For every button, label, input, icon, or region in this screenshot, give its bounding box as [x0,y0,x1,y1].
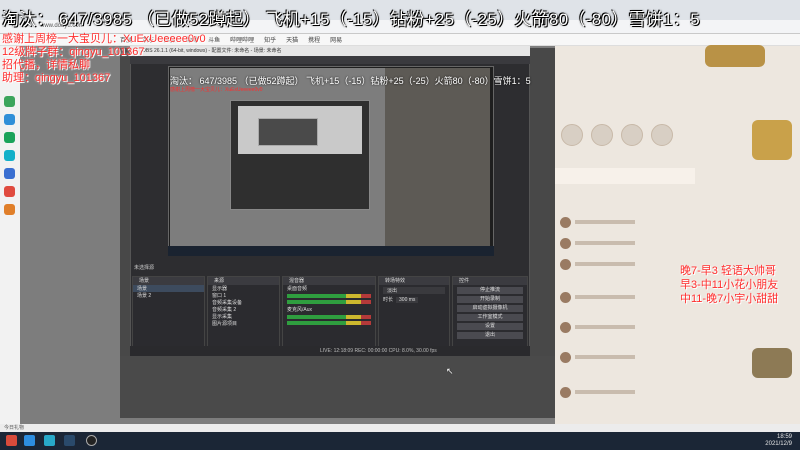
badge-icon [705,45,765,67]
source-item[interactable]: 图片源项目 [208,320,279,327]
mixer-track-label: 麦克风/Aux [287,307,313,313]
mixer-dock: 混音器 桌面音频 麦克风/Aux [282,276,376,350]
virtual-camera-button[interactable]: 启动虚拟摄像机 [457,305,523,312]
mixer-track-label: 桌面音频 [287,286,308,292]
app-icon[interactable] [4,150,15,161]
settings-button[interactable]: 设置 [457,323,523,330]
app-icon[interactable] [4,132,15,143]
gift-icon[interactable] [651,124,673,146]
app-icon[interactable] [4,96,15,107]
volume-meter[interactable] [287,300,371,304]
app-icon[interactable] [4,186,15,197]
schedule-line: 中11-晚7小宇小甜甜 [680,293,779,305]
avatar[interactable] [560,291,571,303]
source-item[interactable]: 音频采集设备 [208,299,279,306]
avatar[interactable] [560,321,571,333]
scene-item[interactable]: 场景 2 [133,292,204,299]
clock-date: 2021/12/9 [765,441,792,447]
gift-icon[interactable] [561,124,583,146]
bookmark-item[interactable]: 网易 [330,35,342,44]
transition-select[interactable]: 淡出 [383,287,445,294]
studio-mode-button[interactable]: 工作室模式 [457,314,523,321]
gift-icon[interactable] [591,124,613,146]
app-icon[interactable] [4,204,15,215]
taskbar [0,432,800,450]
duration-row: 时长 300 ms [379,296,449,303]
duration-label: 时长 [383,297,394,303]
controls-dock: 控件 停止推流 开始录制 启动虚拟摄像机 工作室模式 设置 退出 [452,276,528,350]
scenes-dock: 场景 场景 场景 2 [132,276,205,350]
avatar[interactable] [560,386,571,398]
mixer-header: 混音器 [283,277,375,285]
volume-meter[interactable] [287,321,371,325]
rank-row [560,385,680,399]
sources-dock: 来源 显示器 窗口 1 音频采集设备 音频采集 2 显示采集 图片源项目 [207,276,280,350]
gift-row [555,120,695,160]
avatar[interactable] [560,351,571,363]
bookmark-item[interactable]: 携程 [308,35,320,44]
preview-taskbar [168,246,494,256]
bookmark-item[interactable]: 知乎 [264,35,276,44]
rank-row [560,236,680,250]
volume-meter[interactable] [287,294,371,298]
rank-row [560,215,680,229]
badge-icon [752,120,792,160]
scenes-header: 场景 [133,277,204,285]
transitions-dock: 转场特效 淡出 时长 300 ms [378,276,450,350]
preview-nested-2 [258,118,318,146]
clock[interactable]: 18:59 2021/12/9 [765,434,792,448]
rank-tabs[interactable] [555,168,695,184]
video-lower-area [120,356,555,418]
source-item[interactable]: 音频采集 2 [208,306,279,313]
obs-status-bar: LIVE: 12:18:09 REC: 00:00:00 CPU: 8.0%, … [130,346,530,356]
obs-title: OBS 26.1.1 (64-bit, windows) - 配置文件: 未命名… [130,46,530,56]
bookmark-item[interactable]: 天猫 [286,35,298,44]
obs-icon[interactable] [86,435,97,446]
preview-chat [385,68,490,253]
transitions-header: 转场特效 [379,277,449,285]
steam-icon[interactable] [64,435,75,446]
gift-icon[interactable] [621,124,643,146]
volume-meter[interactable] [287,315,371,319]
badge-icon [752,348,792,378]
app-icon[interactable] [4,168,15,179]
bookmark-item[interactable]: 哔哩哔哩 [230,35,254,44]
rank-row [560,257,680,271]
sources-header: 来源 [208,277,279,285]
avatar[interactable] [560,237,571,249]
avatar[interactable] [560,216,571,228]
mini-thanks: 感谢上周榜一大宝贝儿：XuExUeeeee0v0 [170,87,263,93]
stop-stream-button[interactable]: 停止推流 [457,287,523,294]
obs-menu-bar[interactable] [130,56,530,64]
edge-icon[interactable] [44,435,55,446]
source-item[interactable]: 窗口 1 [208,292,279,299]
windows-icon[interactable] [24,435,35,446]
overlay-banner: 淘汰： 647/3985 （已做52蹲起） 飞机+15（-15）钻粉+25（-2… [2,10,700,29]
page-status-line: 今日礼物 [0,424,800,432]
page-status-text[interactable]: 今日礼物 [4,425,24,431]
rank-row [560,350,680,364]
start-icon[interactable] [6,435,17,446]
duration-input[interactable]: 300 ms [396,296,419,303]
scene-item[interactable]: 场景 [133,285,204,292]
source-label: 未选择源 [134,265,155,271]
start-recording-button[interactable]: 开始录制 [457,296,523,303]
rank-row [560,320,680,334]
source-item[interactable]: 显示采集 [208,313,279,320]
mouse-cursor-icon: ↖ [446,366,454,376]
exit-button[interactable]: 退出 [457,332,523,339]
avatar[interactable] [560,258,571,270]
clock-time: 18:59 [776,434,792,440]
overlay-assistant: 助理：qingyu_101367 [2,72,111,84]
source-item[interactable]: 显示器 [208,285,279,292]
controls-header: 控件 [453,277,527,285]
app-icon[interactable] [4,114,15,125]
bookmark-item[interactable]: 斗鱼 [208,35,220,44]
rank-row [560,290,680,304]
left-sidebar [0,46,20,426]
